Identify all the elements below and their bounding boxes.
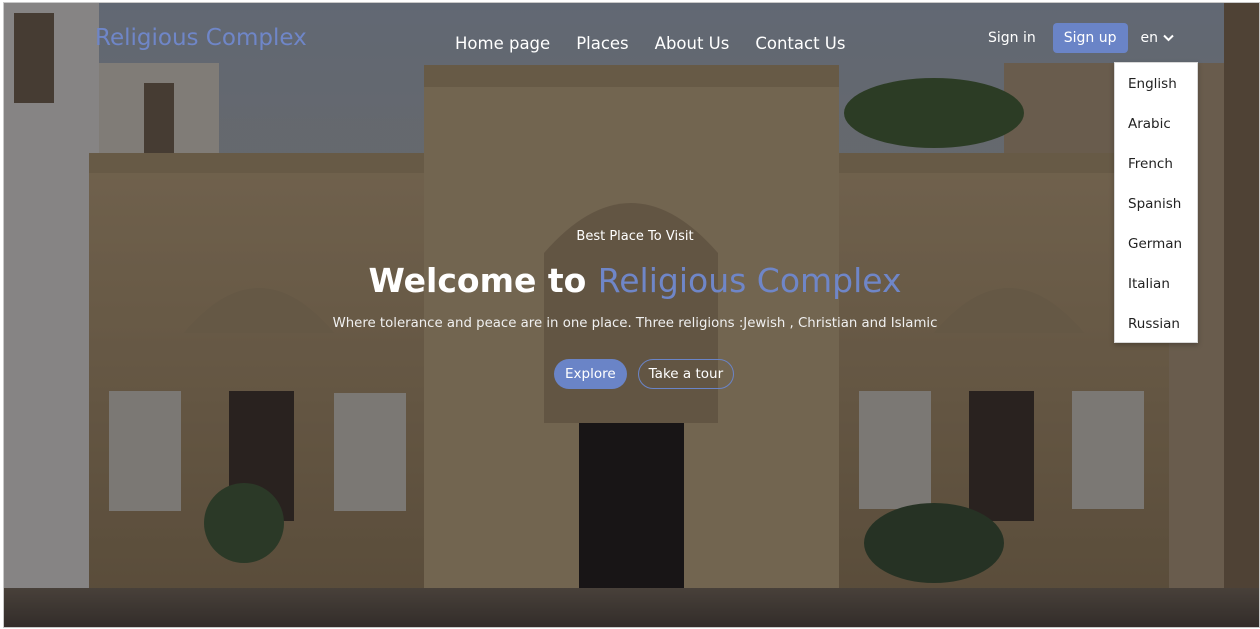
language-dropdown: English Arabic French Spanish German Ita… <box>1114 62 1198 343</box>
take-tour-button[interactable]: Take a tour <box>637 359 735 389</box>
chevron-down-icon <box>1163 34 1174 42</box>
language-option-french[interactable]: French <box>1128 156 1173 172</box>
signin-link[interactable]: Sign in <box>988 30 1036 46</box>
nav-contact[interactable]: Contact Us <box>755 34 845 53</box>
hero-title-accent: Religious Complex <box>597 261 902 300</box>
language-option-english[interactable]: English <box>1128 76 1177 92</box>
explore-button[interactable]: Explore <box>554 359 627 389</box>
page-frame: Religious Complex Home page Places About… <box>3 2 1260 628</box>
language-current: en <box>1140 30 1159 46</box>
nav-home[interactable]: Home page <box>455 34 550 53</box>
main-nav: Home page Places About Us Contact Us <box>455 34 871 53</box>
brand-logo[interactable]: Religious Complex <box>95 25 307 51</box>
hero-kicker: Best Place To Visit <box>576 229 694 244</box>
hero-dark-overlay <box>4 3 1259 627</box>
nav-places[interactable]: Places <box>576 34 628 53</box>
auth-controls: Sign in Sign up en <box>988 23 1174 53</box>
hero-title-prefix: Welcome to <box>368 261 587 300</box>
language-option-arabic[interactable]: Arabic <box>1128 116 1171 132</box>
signup-button[interactable]: Sign up <box>1052 23 1128 53</box>
hero-actions: Explore Take a tour <box>554 359 735 389</box>
hero-title: Welcome to Religious Complex <box>4 261 1259 300</box>
hero-subtitle: Where tolerance and peace are in one pla… <box>332 316 938 331</box>
language-option-spanish[interactable]: Spanish <box>1128 196 1181 212</box>
nav-about[interactable]: About Us <box>655 34 730 53</box>
language-selector[interactable]: en <box>1141 30 1175 46</box>
